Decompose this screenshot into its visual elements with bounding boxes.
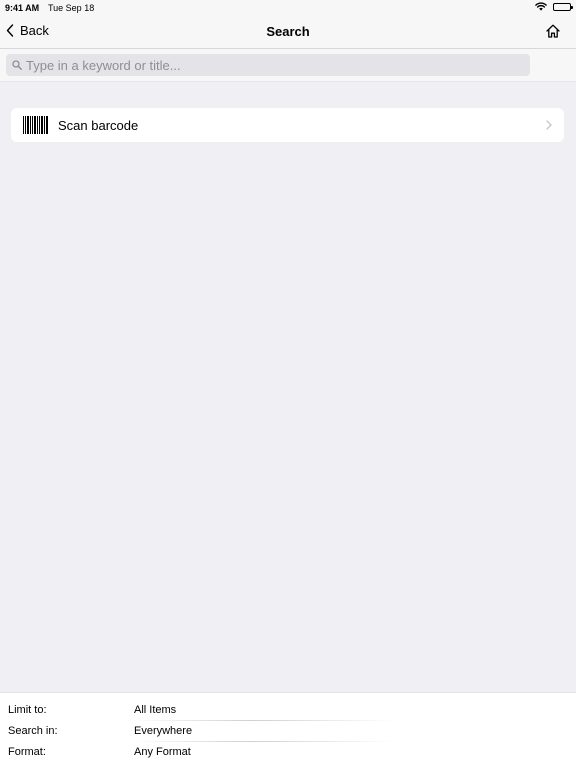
status-time: 9:41 AM [5, 3, 40, 13]
filter-label: Format: [8, 746, 46, 758]
status-icons [535, 2, 573, 11]
barcode-icon [23, 116, 48, 134]
filter-value: Everywhere [134, 725, 193, 737]
scan-barcode-button[interactable]: Scan barcode [11, 108, 564, 142]
status-date: Tue Sep 18 [48, 3, 95, 13]
filter-limit-to[interactable]: Limit to: All Items [0, 700, 576, 720]
wifi-icon [535, 2, 547, 11]
search-input[interactable] [26, 57, 516, 73]
search-filters: Limit to: All Items Search in: Everywher… [0, 692, 576, 769]
battery-icon [553, 2, 573, 11]
search-bar [0, 49, 576, 82]
filter-search-in[interactable]: Search in: Everywhere [0, 721, 576, 741]
filter-value: Any Format [134, 746, 191, 758]
status-bar: 9:41 AM Tue Sep 18 [0, 0, 576, 16]
filter-label: Search in: [8, 725, 58, 737]
home-icon [546, 24, 560, 38]
scan-barcode-label: Scan barcode [58, 117, 139, 133]
navigation-bar: Back Search [0, 16, 576, 49]
search-icon [12, 60, 22, 70]
filter-value: All Items [134, 704, 177, 716]
chevron-right-icon [546, 120, 552, 130]
search-field[interactable] [6, 54, 530, 76]
filter-format[interactable]: Format: Any Format [0, 742, 576, 762]
filter-label: Limit to: [8, 704, 47, 716]
home-button[interactable] [546, 24, 560, 38]
page-title: Search [266, 24, 310, 39]
